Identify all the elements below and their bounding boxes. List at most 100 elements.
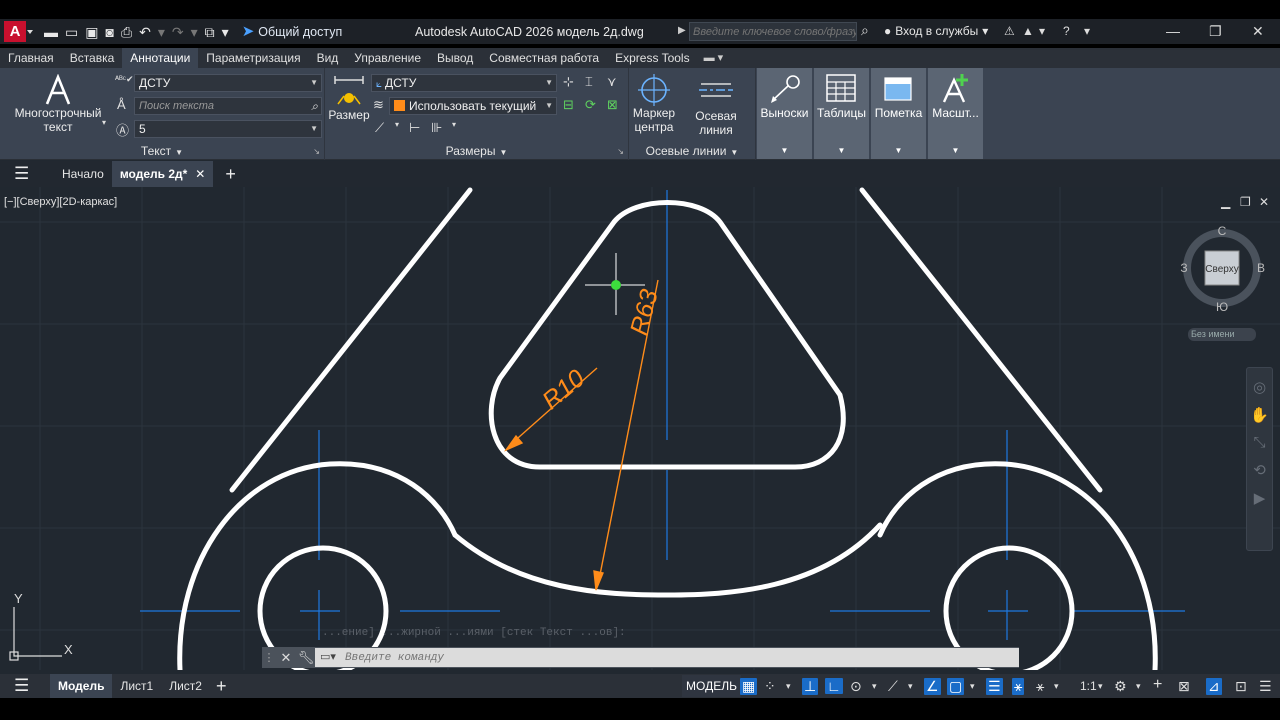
centerline-button[interactable]: Осевая линия (679, 74, 753, 137)
chevron-down-icon[interactable]: ▾ (872, 681, 877, 692)
clean-screen-icon[interactable]: ⊡ (1235, 678, 1247, 695)
zoom-icon[interactable]: ⤡ (1247, 434, 1272, 451)
ucs-menu[interactable]: Без имени (1188, 328, 1256, 341)
polar-tracking-icon[interactable]: ⊙ (850, 678, 862, 695)
app-logo[interactable]: A (4, 21, 33, 42)
open-folder-icon[interactable]: ▭ (65, 24, 78, 40)
baseline-dim-icon[interactable]: ⊪ (431, 120, 442, 136)
chevron-down-icon[interactable]: ▾ (786, 681, 791, 692)
text-style-select[interactable]: ДСТУ ▼ (134, 74, 322, 92)
new-layout-icon[interactable]: + (216, 676, 227, 697)
undo-icon[interactable]: ↶ (139, 24, 151, 40)
tables-button[interactable]: Таблицы ▼ (814, 68, 869, 159)
dialog-launcher-icon[interactable]: ↘ (617, 147, 624, 156)
lineweight-icon[interactable]: ☰ (986, 678, 1003, 695)
pan-icon[interactable]: ✋ (1247, 406, 1272, 424)
tab-output[interactable]: Вывод (429, 48, 481, 68)
viewcube-face[interactable]: Сверху (1205, 264, 1238, 275)
restore-icon[interactable]: ❐ (1240, 195, 1251, 209)
arc-length-icon[interactable]: ⟋ (375, 120, 384, 136)
chevron-down-icon[interactable]: ▾ (1098, 681, 1103, 692)
chevron-down-icon[interactable]: ▾ (908, 681, 913, 692)
units-icon[interactable]: ⊿ (1206, 678, 1222, 695)
leaders-button[interactable]: Выноски ▼ (757, 68, 812, 159)
chevron-down-icon[interactable]: ▾ (1084, 24, 1090, 38)
customization-icon[interactable]: ☰ (1259, 678, 1272, 695)
share-button[interactable]: ➤ Общий доступ (242, 23, 343, 40)
chevron-down-icon[interactable]: ▾ (1136, 681, 1141, 692)
command-prompt-icon[interactable]: ▭▾ (320, 650, 336, 663)
chevron-right-icon[interactable]: ▶ (678, 25, 686, 36)
isodraft-icon[interactable]: ⟋ (888, 678, 898, 695)
save-icon[interactable]: ▣ (85, 24, 98, 40)
tab-start[interactable]: Начало (54, 161, 112, 187)
chevron-down-icon[interactable]: ▾ (1054, 681, 1059, 692)
close-icon[interactable]: ✕ (1259, 195, 1269, 209)
continue-dim-icon[interactable]: ⊢ (409, 120, 420, 136)
chevron-down-icon[interactable]: ▾ (102, 118, 106, 127)
snap-icon[interactable]: ⁘ (764, 678, 776, 695)
dim-space-icon[interactable]: ⌶ (585, 74, 593, 90)
viewcube-east[interactable]: В (1257, 261, 1265, 275)
viewcube[interactable]: Сверху С Ю В З (1180, 224, 1265, 314)
tab-home[interactable]: Главная (0, 48, 62, 68)
a360-icon[interactable]: ▲ (1022, 24, 1034, 38)
scale-button[interactable]: Масшт... ▼ (928, 68, 983, 159)
help-search-box[interactable] (689, 22, 857, 41)
command-input-box[interactable]: ▭▾ (315, 648, 1019, 667)
tab-view[interactable]: Вид (309, 48, 347, 68)
tab-annotate[interactable]: Аннотации (122, 48, 199, 68)
dimension-button[interactable]: Размер (328, 74, 370, 122)
chevron-down-icon[interactable]: ▾ (1039, 24, 1045, 38)
help-search-input[interactable] (690, 23, 856, 40)
wrench-icon[interactable]: 🔧︎ (296, 650, 316, 666)
dim-label-r63[interactable]: R63 (625, 286, 664, 338)
quick-dim-icon[interactable]: ⊹ (563, 74, 574, 90)
find-text-input[interactable]: Поиск текста ⌕ (134, 97, 322, 115)
tab-parametric[interactable]: Параметризация (198, 48, 308, 68)
minimize-icon[interactable]: ▁ (1221, 195, 1230, 209)
grid-icon[interactable]: ▦ (740, 678, 758, 695)
showmotion-icon[interactable]: ▶ (1247, 489, 1272, 507)
drawing-canvas[interactable]: R10 R63 Y X Сверху С Ю В З (0, 187, 1280, 670)
ribbon-minimize-icon[interactable]: ▬ ▾ (704, 48, 724, 68)
print-icon[interactable]: ⎙ (121, 24, 132, 40)
center-mark-button[interactable]: Маркер центра (631, 74, 677, 134)
dimension-layer-select[interactable]: Использовать текущий ▼ (389, 97, 557, 115)
viewcube-west[interactable]: З (1180, 261, 1187, 275)
tab-manage[interactable]: Управление (346, 48, 429, 68)
mtext-button[interactable]: Многострочный текст (8, 74, 108, 134)
dim-break-icon[interactable]: ⋎ (607, 74, 617, 90)
menu-icon[interactable]: ☰ (14, 164, 30, 184)
command-input[interactable] (315, 648, 1019, 667)
object-snap-icon[interactable]: ▢ (947, 678, 965, 695)
new-file-icon[interactable]: ▬ (44, 24, 58, 40)
infer-constraints-icon[interactable]: ⊥ (802, 678, 819, 695)
oblique-icon[interactable]: ⊠ (607, 97, 618, 113)
dimension-style-select[interactable]: ⟀ ДСТУ ▼ (371, 74, 557, 92)
object-snap-tracking-icon[interactable]: ∠ (924, 678, 941, 695)
text-panel-title[interactable]: Текст ▼ (0, 144, 324, 158)
close-icon[interactable]: ✕ (1252, 23, 1264, 40)
tab-current-drawing[interactable]: модель 2д* ✕ (111, 161, 214, 187)
dim-label-r10[interactable]: R10 (537, 364, 590, 415)
drawing-viewport[interactable]: R10 R63 Y X Сверху С Ю В З [−][Сверху][2… (0, 187, 1280, 670)
tab-layout1[interactable]: Лист1 (112, 674, 161, 698)
customize-qat-icon[interactable]: ▾ (222, 24, 229, 40)
ortho-icon[interactable]: ∟ (825, 678, 843, 694)
tab-layout2[interactable]: Лист2 (161, 674, 210, 698)
save-as-icon[interactable]: ◙ (105, 24, 113, 40)
new-tab-icon[interactable]: + (225, 164, 236, 185)
viewcube-north[interactable]: С (1218, 224, 1227, 238)
text-height-select[interactable]: 5 ▼ (134, 120, 322, 138)
spellcheck-icon[interactable]: ᴬᴮᶜ✔ (115, 74, 134, 85)
undo-dropdown-icon[interactable]: ▾ (158, 24, 165, 40)
search-icon[interactable]: ⌕ (861, 22, 869, 39)
tab-express-tools[interactable]: Express Tools (607, 48, 697, 68)
isolate-objects-icon[interactable]: ⊠ (1178, 678, 1190, 695)
markup-button[interactable]: Пометка ▼ (871, 68, 926, 159)
annotation-scale[interactable]: 1:1 (1080, 679, 1097, 693)
tab-collaborate[interactable]: Совместная работа (481, 48, 607, 68)
tab-insert[interactable]: Вставка (62, 48, 123, 68)
annotation-visibility-icon[interactable]: ⚹ (1012, 678, 1025, 695)
